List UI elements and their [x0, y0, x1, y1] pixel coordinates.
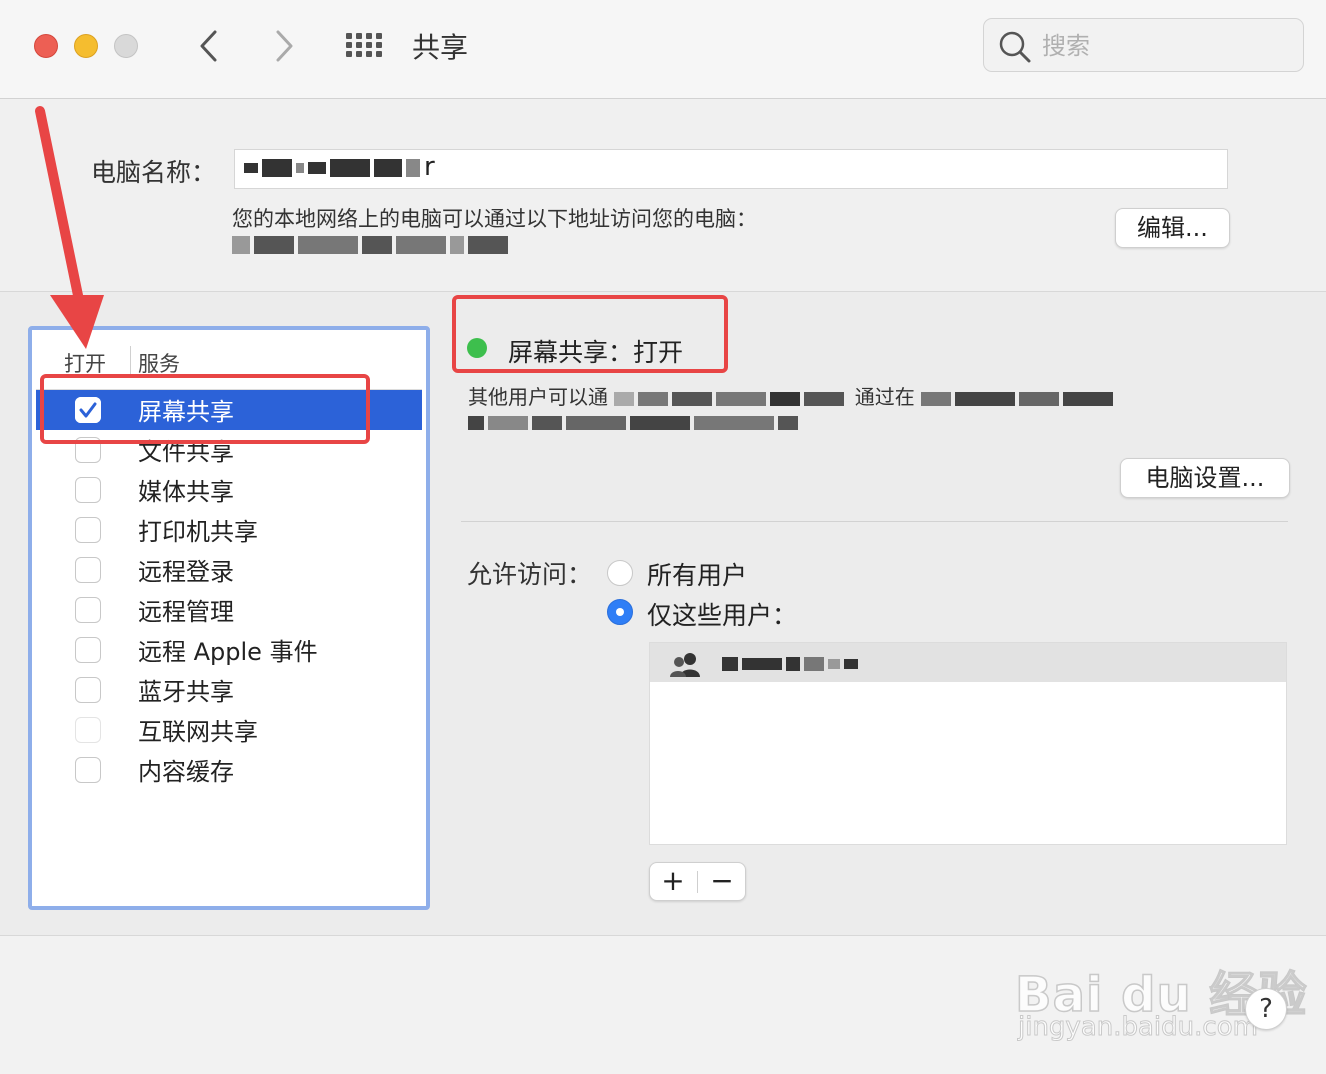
add-user-button[interactable]: +	[649, 862, 697, 901]
zoom-window-button[interactable]	[114, 34, 138, 58]
edit-button[interactable]: 编辑...	[1115, 208, 1230, 248]
row-highlight-box	[40, 374, 370, 444]
back-button[interactable]	[190, 26, 230, 66]
chevron-left-icon	[200, 30, 217, 62]
service-description-line2	[468, 412, 802, 433]
annotation-arrow-icon	[35, 106, 104, 349]
show-all-grid-button[interactable]	[344, 31, 384, 59]
search-input[interactable]	[1042, 29, 1292, 63]
watermark-url: jingyan.baidu.com	[1018, 1012, 1259, 1043]
section-divider	[461, 521, 1288, 522]
help-button[interactable]: ?	[1245, 988, 1287, 1030]
user-name-redacted	[722, 650, 862, 674]
status-highlight-box	[452, 295, 728, 373]
computer-name-section	[0, 99, 1326, 292]
forward-button[interactable]	[264, 26, 304, 66]
service-description: 其他用户可以通 通过在	[468, 381, 1117, 410]
grid-icon	[346, 33, 382, 57]
remove-user-button[interactable]: −	[698, 862, 746, 901]
radio-only-these-users[interactable]	[607, 599, 633, 625]
radio-only-these-users-label[interactable]: 仅这些用户：	[647, 596, 797, 632]
computer-settings-button[interactable]: 电脑设置...	[1120, 458, 1290, 498]
computer-name-value: r	[244, 152, 435, 182]
search-icon	[998, 30, 1032, 64]
window-title: 共享	[412, 31, 469, 64]
chevron-right-icon	[276, 30, 293, 62]
address-value-redacted	[232, 234, 512, 255]
close-window-button[interactable]	[34, 34, 58, 58]
radio-all-users-label[interactable]: 所有用户	[647, 556, 747, 592]
address-description: 您的本地网络上的电脑可以通过以下地址访问您的电脑：	[232, 207, 757, 231]
radio-all-users[interactable]	[607, 560, 633, 586]
allow-access-label: 允许访问：	[467, 560, 593, 589]
minimize-window-button[interactable]	[74, 34, 98, 58]
user-group-icon	[668, 652, 702, 678]
